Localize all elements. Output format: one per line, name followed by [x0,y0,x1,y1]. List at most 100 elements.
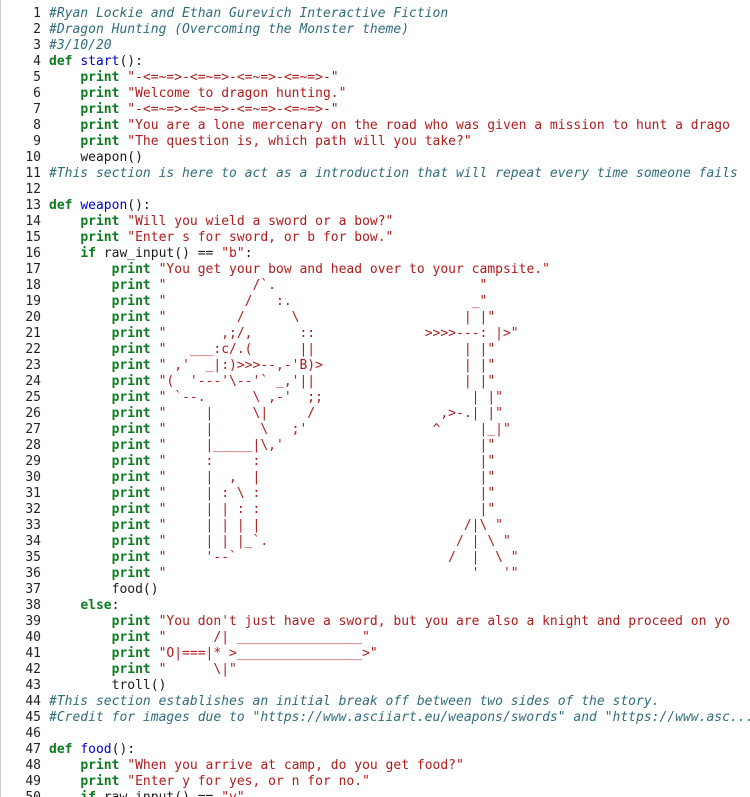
code-text[interactable]: print " / \ | |" [49,310,496,326]
code-text[interactable]: print " ,;/, :: >>>>---: |>" [49,326,519,342]
string-token: " ' '" [158,566,519,581]
code-text[interactable]: else: [49,598,119,614]
code-text[interactable]: #Credit for images due to "https://www.a… [49,710,750,726]
keyword-token: print [111,422,159,437]
code-text[interactable]: print " `--. \ ,-' ;; | |" [49,390,503,406]
line-number: 49 [25,774,41,789]
keyword-token: def [49,742,81,757]
code-text[interactable]: def start(): [49,54,143,70]
keyword-token: print [80,214,128,229]
string-token: " | | | | /|\ " [158,518,503,533]
code-text[interactable]: print "When you arrive at camp, do you g… [49,758,464,774]
string-token: " | \| / ,>-.| |" [158,406,503,421]
comment-token: #3/10/20 [49,38,112,53]
comment-token: #This section establishes an initial bre… [49,694,660,709]
code-text[interactable]: print " : : |" [49,454,496,470]
code-text[interactable]: #Ryan Lockie and Ethan Gurevich Interact… [49,6,448,22]
code-text[interactable]: print " | \ ;' ^ |_|" [49,422,511,438]
code-text[interactable]: weapon() [49,150,143,166]
code-text[interactable]: print " | | : : |" [49,502,496,518]
code-text[interactable]: if raw_input() == "b": [49,246,252,262]
code-text[interactable]: print "Enter y for yes, or n for no." [49,774,370,790]
line-number: 12 [25,182,41,197]
code-text[interactable]: print " | : \ : |" [49,486,496,502]
code-text[interactable]: print "You are a lone mercenary on the r… [49,118,730,134]
function-name-token: weapon [80,198,128,213]
code-text[interactable]: print "O|===|* >________________>" [49,646,378,662]
code-text[interactable]: print " \|" [49,662,237,678]
code-text[interactable]: print "Enter s for sword, or b for bow." [49,230,393,246]
code-text[interactable]: def food(): [49,742,135,758]
line-number: 34 [25,534,41,549]
keyword-token: print [111,470,159,485]
code-token: (): [119,54,143,69]
code-text[interactable]: print " | \| / ,>-.| |" [49,406,503,422]
code-text[interactable]: print " ___:c/.( || | |" [49,342,496,358]
code-text[interactable]: def weapon(): [49,198,151,214]
code-text[interactable]: if raw_input() == "y" [49,790,244,797]
code-text[interactable]: print " | | |_`. / | \ " [49,534,511,550]
code-text[interactable]: #This section is here to act as a introd… [49,166,738,182]
code-text[interactable]: print " /`. " [49,278,488,294]
code-text[interactable]: food() [49,582,159,598]
code-text[interactable]: print " | , | |" [49,470,496,486]
code-text[interactable]: print "You don't just have a sword, but … [49,614,730,630]
code-text[interactable]: #Dragon Hunting (Overcoming the Monster … [49,22,409,38]
code-text[interactable]: print " ' '" [49,566,519,582]
line-number: 17 [25,262,41,277]
string-token: "Welcome to dragon hunting." [127,86,347,101]
code-token: raw_input() == [103,246,222,261]
code-text[interactable]: print "( '---'\--'` _,'|| | |" [49,374,496,390]
string-token: " '--` / | \ " [158,550,519,565]
string-token: " / \ | |" [158,310,496,325]
code-text[interactable]: print " ,' _|:)>>>--,-'B)> | |" [49,358,496,374]
code-text[interactable]: #This section establishes an initial bre… [49,694,659,710]
string-token: "y" [221,790,244,797]
keyword-token: print [111,614,159,629]
string-token: " ,;/, :: >>>>---: |>" [158,326,519,341]
code-text[interactable]: print " '--` / | \ " [49,550,519,566]
code-text[interactable]: print "-<=~=>-<=~=>-<=~=>-<=~=>-" [49,102,338,118]
string-token: " / :. _" [158,294,488,309]
keyword-token: print [111,374,159,389]
keyword-token: print [80,758,128,773]
code-editor[interactable]: 1 #Ryan Lockie and Ethan Gurevich Interac… [0,0,750,797]
code-text[interactable]: troll() [49,678,167,694]
keyword-token: print [111,342,159,357]
string-token: "You don't just have a sword, but you ar… [158,614,730,629]
line-number: 42 [25,662,41,677]
code-text[interactable]: print " | | | | /|\ " [49,518,503,534]
string-token: " | | |_`. / | \ " [158,534,511,549]
line-number: 20 [25,310,41,325]
line-number: 19 [25,294,41,309]
line-number: 14 [25,214,41,229]
code-text[interactable]: #3/10/20 [49,38,112,54]
code-text[interactable]: print "Welcome to dragon hunting." [49,86,346,102]
line-number: 7 [33,102,41,117]
keyword-token: print [80,86,128,101]
code-text[interactable]: print " |_____|\,' |" [49,438,496,454]
line-number: 43 [25,678,41,693]
string-token: " `--. \ ,-' ;; | |" [158,390,503,405]
line-number: 36 [25,566,41,581]
code-text[interactable]: print "Will you wield a sword or a bow?" [49,214,393,230]
code-text[interactable]: print "You get your bow and head over to… [49,262,550,278]
code-text[interactable]: print " /| ________________" [49,630,370,646]
line-number: 50 [1,790,41,797]
code-text[interactable]: print "The question is, which path will … [49,134,471,150]
code-text[interactable]: print "-<=~=>-<=~=>-<=~=>-<=~=>-" [49,70,338,86]
code-text[interactable]: print " / :. _" [49,294,488,310]
keyword-token: print [111,454,159,469]
